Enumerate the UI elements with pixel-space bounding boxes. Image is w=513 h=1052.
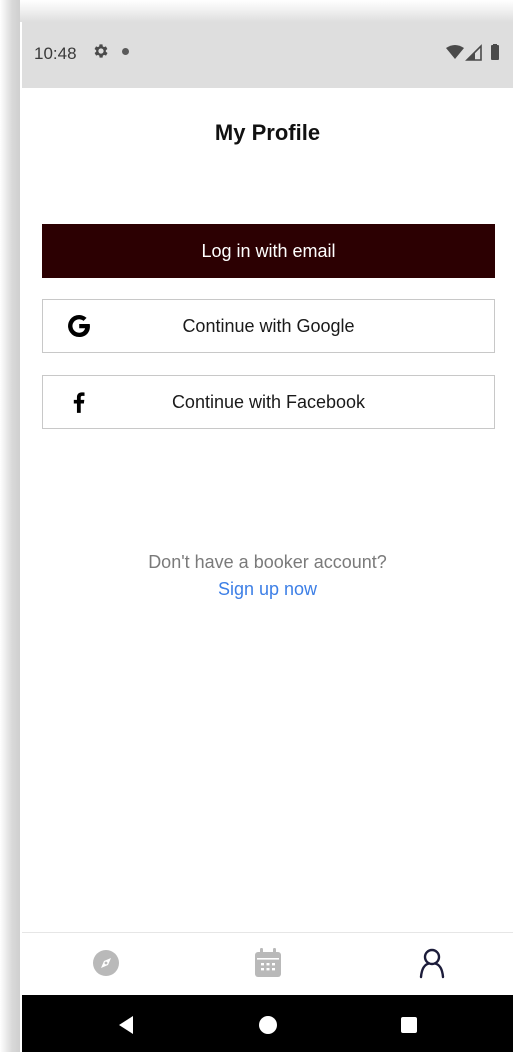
signal-icon: [465, 44, 482, 61]
tab-profile[interactable]: [416, 947, 448, 979]
google-icon: [65, 312, 93, 340]
calendar-icon: [255, 948, 281, 977]
login-email-button[interactable]: Log in with email: [42, 224, 495, 278]
back-button[interactable]: [114, 1013, 138, 1037]
signup-link[interactable]: Sign up now: [22, 579, 513, 600]
continue-google-button[interactable]: Continue with Google: [42, 299, 495, 353]
continue-google-label: Continue with Google: [182, 315, 355, 336]
continue-facebook-label: Continue with Facebook: [171, 391, 366, 412]
back-icon: [119, 1016, 133, 1034]
system-nav-bar: [22, 995, 513, 1052]
page-title: My Profile: [214, 120, 321, 145]
facebook-icon: [65, 388, 93, 416]
app-screen: 10:48 My Profile Log in with email Conti…: [22, 22, 513, 1052]
battery-icon: [491, 44, 499, 60]
device-frame: 10:48 My Profile Log in with email Conti…: [0, 0, 513, 1052]
gear-icon: [92, 42, 110, 65]
status-bar: 10:48: [22, 22, 513, 88]
device-bezel-left: [0, 0, 20, 1052]
home-icon: [259, 1016, 277, 1034]
status-time: 10:48: [34, 44, 77, 63]
continue-facebook-button[interactable]: Continue with Facebook: [42, 375, 495, 429]
wifi-icon: [446, 45, 464, 59]
notification-dot-icon: [122, 48, 129, 55]
profile-icon: [419, 948, 445, 979]
compass-icon: [93, 950, 119, 976]
login-email-label: Log in with email: [201, 240, 336, 261]
recents-icon: [401, 1017, 417, 1033]
device-bezel-top: [0, 0, 513, 22]
status-icons: [445, 44, 503, 62]
home-button[interactable]: [256, 1013, 280, 1037]
tab-calendar[interactable]: [252, 947, 284, 979]
signup-prompt: Don't have a booker account?: [148, 552, 387, 572]
tab-explore[interactable]: [90, 947, 122, 979]
recents-button[interactable]: [397, 1013, 421, 1037]
bottom-tab-bar: [22, 932, 513, 995]
